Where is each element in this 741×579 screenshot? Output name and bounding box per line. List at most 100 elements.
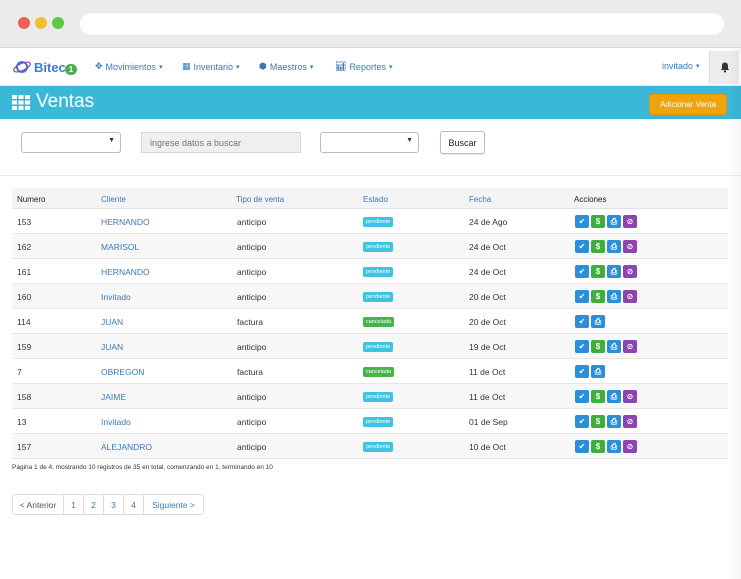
- add-sale-button[interactable]: Adicionar Venta: [649, 94, 727, 115]
- print-icon[interactable]: ⎙: [607, 215, 621, 228]
- confirm-check-icon[interactable]: ✔: [575, 340, 589, 353]
- filter-select-1[interactable]: ▼: [21, 132, 121, 153]
- caret-down-icon: ▾: [388, 63, 393, 71]
- pagination-page-2[interactable]: 2: [83, 494, 104, 515]
- cell-tipo: anticipo: [237, 342, 267, 352]
- cell-cliente[interactable]: HERNANDO: [101, 267, 150, 277]
- confirm-check-icon[interactable]: ✔: [575, 290, 589, 303]
- print-icon[interactable]: ⎙: [591, 365, 605, 378]
- print-icon[interactable]: ⎙: [591, 315, 605, 328]
- payment-dollar-icon[interactable]: $: [591, 340, 605, 353]
- table-row: 160 Invitado anticipo 20 de Oct pendiente ✔ $ ⎙…: [12, 284, 728, 309]
- cell-cliente[interactable]: ALEJANDRO: [101, 442, 152, 452]
- table-row: 153 HERNANDO anticipo 24 de Ago pendiente ✔ $ ⎙…: [12, 209, 728, 234]
- print-icon[interactable]: ⎙: [607, 440, 621, 453]
- user-menu[interactable]: invitado ▾: [662, 61, 700, 71]
- confirm-check-icon[interactable]: ✔: [575, 390, 589, 403]
- pagination-page-3[interactable]: 3: [103, 494, 124, 515]
- nav-inventario[interactable]: ▦ Inventario ▾: [182, 61, 240, 72]
- payment-dollar-icon[interactable]: $: [591, 390, 605, 403]
- pagination: < Anterior 1 2 3 4 Siguiente >: [12, 494, 204, 515]
- col-header-estado[interactable]: Estado: [363, 195, 388, 204]
- search-input[interactable]: [141, 132, 301, 153]
- confirm-check-icon[interactable]: ✔: [575, 365, 589, 378]
- brand[interactable]: Bitec 1: [12, 57, 78, 77]
- status-badge: pendiente: [363, 267, 394, 277]
- confirm-check-icon[interactable]: ✔: [575, 315, 589, 328]
- cancel-circle-icon[interactable]: ⊘: [623, 290, 637, 303]
- pagination-next[interactable]: Siguiente >: [143, 494, 204, 515]
- cell-numero: 162: [17, 242, 32, 252]
- cancel-circle-icon[interactable]: ⊘: [623, 340, 637, 353]
- maximize-window-dot[interactable]: [52, 17, 64, 29]
- cancel-circle-icon[interactable]: ⊘: [623, 415, 637, 428]
- cell-cliente[interactable]: Invitado: [101, 292, 131, 302]
- col-header-numero[interactable]: Numero: [17, 195, 45, 204]
- status-badge: cancelada: [363, 367, 395, 377]
- cancel-circle-icon[interactable]: ⊘: [623, 215, 637, 228]
- print-icon[interactable]: ⎙: [607, 340, 621, 353]
- cell-tipo: anticipo: [237, 242, 267, 252]
- minimize-window-dot[interactable]: [35, 17, 47, 29]
- address-bar[interactable]: [80, 13, 724, 35]
- cancel-circle-icon[interactable]: ⊘: [623, 240, 637, 253]
- confirm-check-icon[interactable]: ✔: [575, 440, 589, 453]
- nav-reportes[interactable]: 📊︎ Reportes ▾: [335, 61, 392, 72]
- cancel-circle-icon[interactable]: ⊘: [623, 265, 637, 278]
- nav-reportes-label: Reportes: [349, 61, 386, 72]
- confirm-check-icon[interactable]: ✔: [575, 240, 589, 253]
- cancel-circle-icon[interactable]: ⊘: [623, 390, 637, 403]
- caret-down-icon: ▾: [236, 63, 240, 71]
- pagination-page-4[interactable]: 4: [123, 494, 144, 515]
- payment-dollar-icon[interactable]: $: [591, 440, 605, 453]
- cell-cliente[interactable]: JUAN: [101, 317, 123, 327]
- print-icon[interactable]: ⎙: [607, 415, 621, 428]
- nav-maestros[interactable]: ⬢ Maestros ▾: [259, 61, 313, 72]
- print-icon[interactable]: ⎙: [607, 290, 621, 303]
- cell-cliente[interactable]: HERNANDO: [101, 217, 150, 227]
- cube-icon: ⬢: [259, 61, 267, 71]
- pagination-prev[interactable]: < Anterior: [12, 494, 64, 515]
- search-button[interactable]: Buscar: [440, 131, 485, 154]
- print-icon[interactable]: ⎙: [607, 390, 621, 403]
- pagination-info: Página 1 de 4, mostrando 10 registros de…: [12, 464, 273, 471]
- cell-cliente[interactable]: Invitado: [101, 417, 131, 427]
- cell-numero: 157: [17, 442, 32, 452]
- arrows-icon: ✥: [95, 61, 103, 71]
- cell-cliente[interactable]: JUAN: [101, 342, 123, 352]
- status-badge: cancelada: [363, 317, 395, 327]
- payment-dollar-icon[interactable]: $: [591, 290, 605, 303]
- col-header-cliente[interactable]: Cliente: [101, 195, 126, 204]
- cell-cliente[interactable]: MARISOL: [101, 242, 139, 252]
- col-header-tipo[interactable]: Tipo de venta: [236, 195, 284, 204]
- cancel-circle-icon[interactable]: ⊘: [623, 440, 637, 453]
- print-icon[interactable]: ⎙: [607, 240, 621, 253]
- pagination-page-1[interactable]: 1: [63, 494, 84, 515]
- status-badge: pendiente: [363, 217, 394, 227]
- cell-cliente[interactable]: OBREGON: [101, 367, 144, 377]
- payment-dollar-icon[interactable]: $: [591, 215, 605, 228]
- status-badge: pendiente: [363, 342, 394, 352]
- payment-dollar-icon[interactable]: $: [591, 240, 605, 253]
- browser-chrome: [0, 0, 741, 48]
- filter-select-2[interactable]: ▼: [320, 132, 419, 153]
- col-header-fecha[interactable]: Fecha: [469, 195, 491, 204]
- bar-chart-icon: 📊︎: [335, 61, 347, 71]
- close-window-dot[interactable]: [18, 17, 30, 29]
- nav-maestros-label: Maestros: [269, 61, 307, 72]
- payment-dollar-icon[interactable]: $: [591, 265, 605, 278]
- status-badge: pendiente: [363, 417, 394, 427]
- cell-tipo: factura: [237, 317, 263, 327]
- status-badge: pendiente: [363, 292, 394, 302]
- payment-dollar-icon[interactable]: $: [591, 415, 605, 428]
- row-actions: ✔ $ ⎙ ⊘: [575, 215, 637, 228]
- confirm-check-icon[interactable]: ✔: [575, 215, 589, 228]
- cell-cliente[interactable]: JAIME: [101, 392, 126, 402]
- row-actions: ✔ $ ⎙ ⊘: [575, 265, 637, 278]
- cell-numero: 158: [17, 392, 32, 402]
- confirm-check-icon[interactable]: ✔: [575, 265, 589, 278]
- nav-movimientos[interactable]: ✥ Movimientos ▾: [95, 61, 163, 72]
- print-icon[interactable]: ⎙: [607, 265, 621, 278]
- row-actions: ✔ ⎙: [575, 365, 605, 378]
- confirm-check-icon[interactable]: ✔: [575, 415, 589, 428]
